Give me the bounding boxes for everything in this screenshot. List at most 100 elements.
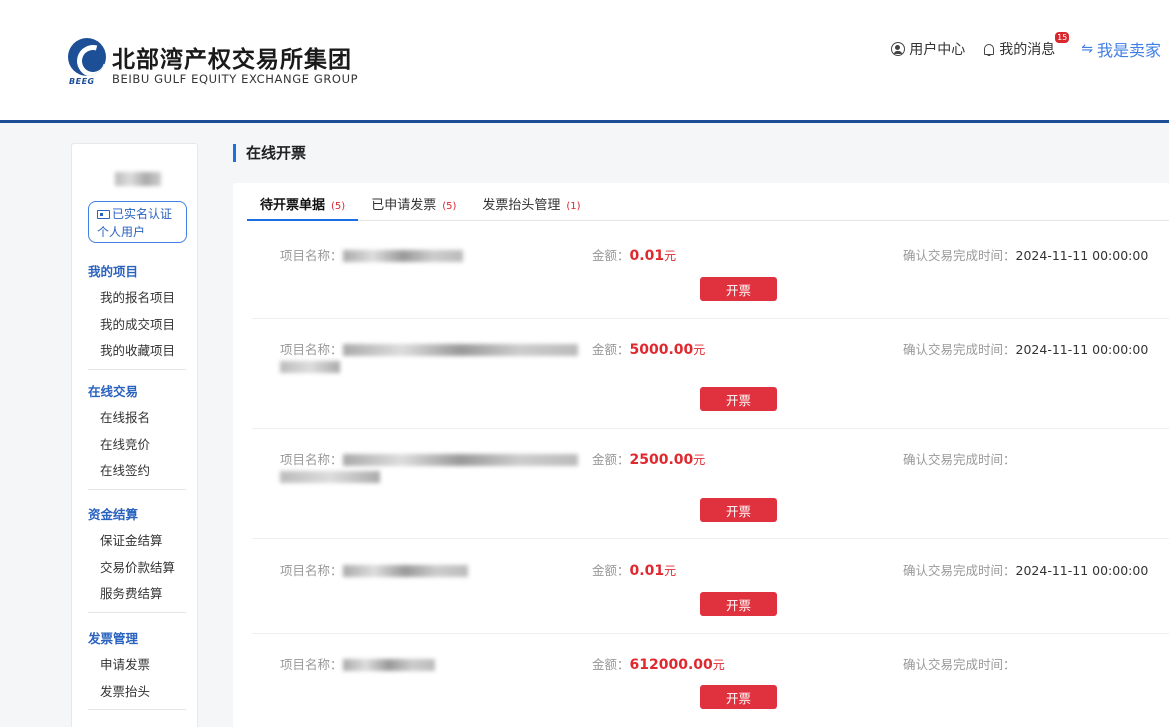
sidebar: 已实名认证 个人用户 我的项目 我的报名项目 我的成交项目 我的收藏项目 在线交… — [71, 143, 198, 727]
project-name-redacted — [342, 344, 578, 356]
menu-item-price-settlement[interactable]: 交易价款结算 — [88, 555, 186, 582]
menu-item-apply-invoice[interactable]: 申请发票 — [88, 652, 186, 679]
menu-item-favorite-projects[interactable]: 我的收藏项目 — [88, 338, 186, 365]
header: BEEG 北部湾产权交易所集团 BEIBU GULF EQUITY EXCHAN… — [0, 0, 1169, 123]
divider — [88, 368, 186, 370]
confirm-time-label: 确认交易完成时间： — [903, 657, 1016, 672]
project-name-label: 项目名称： — [280, 452, 343, 467]
amount-value: 2500.00 — [629, 452, 694, 468]
issue-invoice-button[interactable]: 开票 — [700, 685, 777, 709]
tab-count: (5) — [331, 201, 346, 212]
confirm-time-value: 2024-11-11 00:00:00 — [1015, 563, 1149, 578]
project-name-redacted — [342, 250, 463, 262]
amount-label: 金额： — [592, 657, 630, 672]
list-item: 项目名称： 金额：612000.00元 确认交易完成时间： 开票 — [252, 656, 1169, 727]
logo-mark-icon — [68, 38, 106, 76]
tab-applied-invoices[interactable]: 已申请发票 (5) — [358, 193, 469, 221]
tab-bar: 待开票单据 (5) 已申请发票 (5) 发票抬头管理 (1) — [247, 193, 1169, 221]
amount: 金额：5000.00元 — [592, 341, 705, 359]
project-name: 项目名称： — [280, 247, 590, 264]
project-name: 项目名称： — [280, 562, 590, 579]
tab-invoice-title-management[interactable]: 发票抬头管理 (1) — [469, 193, 593, 221]
confirm-time-value: 2024-11-11 00:00:00 — [1015, 342, 1149, 357]
verify-status: 已实名认证 — [112, 207, 173, 221]
logo[interactable]: BEEG 北部湾产权交易所集团 BEIBU GULF EQUITY EXCHAN… — [68, 38, 358, 90]
menu-item-online-registration[interactable]: 在线报名 — [88, 405, 186, 432]
confirm-time: 确认交易完成时间：2024-11-11 00:00:00 — [903, 562, 1148, 579]
amount-unit: 元 — [712, 658, 725, 672]
confirm-time: 确认交易完成时间： — [903, 451, 1016, 468]
seller-label: 我是卖家 — [1096, 41, 1161, 60]
list-item: 项目名称： 金额：0.01元 确认交易完成时间：2024-11-11 00:00… — [252, 562, 1169, 634]
user-center-label: 用户中心 — [909, 42, 966, 58]
amount-label: 金额： — [592, 563, 630, 578]
project-name-redacted — [342, 454, 578, 466]
project-name-redacted — [342, 565, 468, 577]
list-item: 项目名称： 金额：5000.00元 确认交易完成时间：2024-11-11 00… — [252, 341, 1169, 429]
menu-title-trading: 在线交易 — [88, 384, 139, 399]
amount-label: 金额： — [592, 342, 630, 357]
amount-value: 5000.00 — [629, 342, 694, 358]
project-name: 项目名称： — [280, 341, 590, 373]
project-name-label: 项目名称： — [280, 563, 343, 578]
logo-abbr: BEEG — [69, 77, 95, 86]
amount-unit: 元 — [664, 564, 677, 578]
project-name: 项目名称： — [280, 451, 590, 483]
amount-label: 金额： — [592, 248, 630, 263]
project-name-label: 项目名称： — [280, 248, 343, 263]
menu-item-online-bidding[interactable]: 在线竞价 — [88, 432, 186, 459]
messages-link[interactable]: 我的消息 15 — [983, 32, 1070, 59]
menu-item-service-fee-settlement[interactable]: 服务费结算 — [88, 581, 186, 608]
tab-pending-invoices[interactable]: 待开票单据 (5) — [247, 193, 359, 221]
seller-link[interactable]: ⇋ 我是卖家 — [1081, 37, 1161, 61]
list-item: 项目名称： 金额：0.01元 确认交易完成时间：2024-11-11 00:00… — [252, 247, 1169, 319]
project-name-redacted — [280, 471, 380, 483]
amount-value: 0.01 — [629, 248, 665, 264]
divider — [88, 611, 186, 613]
amount-label: 金额： — [592, 452, 630, 467]
divider — [88, 709, 186, 710]
confirm-time-label: 确认交易完成时间： — [903, 563, 1016, 578]
messages-label: 我的消息 — [999, 42, 1056, 58]
menu-group-trading: 在线交易 在线报名 在线竞价 在线签约 — [88, 379, 186, 490]
seller-swap-icon: ⇋ — [1081, 41, 1093, 57]
amount-unit: 元 — [693, 343, 706, 357]
menu-group-projects: 我的项目 我的报名项目 我的成交项目 我的收藏项目 — [88, 259, 186, 370]
menu-title-settlement: 资金结算 — [88, 507, 139, 522]
confirm-time: 确认交易完成时间：2024-11-11 00:00:00 — [903, 247, 1148, 264]
amount: 金额：0.01元 — [592, 562, 676, 580]
user-icon — [891, 42, 906, 56]
amount-unit: 元 — [664, 249, 677, 263]
verification-badge: 已实名认证 个人用户 — [88, 201, 187, 243]
id-card-icon — [97, 210, 110, 219]
menu-title-invoice: 发票管理 — [88, 631, 139, 646]
issue-invoice-button[interactable]: 开票 — [700, 387, 777, 411]
logo-title: 北部湾产权交易所集团 — [112, 47, 352, 73]
menu-item-deposit-settlement[interactable]: 保证金结算 — [88, 528, 186, 555]
project-name: 项目名称： — [280, 656, 590, 673]
confirm-time-label: 确认交易完成时间： — [903, 342, 1016, 357]
issue-invoice-button[interactable]: 开票 — [700, 498, 777, 522]
user-type: 个人用户 — [97, 225, 146, 239]
issue-invoice-button[interactable]: 开票 — [700, 277, 777, 301]
project-name-redacted — [280, 361, 340, 373]
menu-item-deal-projects[interactable]: 我的成交项目 — [88, 312, 186, 339]
amount: 金额：0.01元 — [592, 247, 676, 265]
confirm-time: 确认交易完成时间：2024-11-11 00:00:00 — [903, 341, 1148, 358]
issue-invoice-button[interactable]: 开票 — [700, 592, 777, 616]
menu-item-registered-projects[interactable]: 我的报名项目 — [88, 285, 186, 312]
menu-group-invoice: 发票管理 申请发票 发票抬头 — [88, 626, 186, 710]
tab-count: (1) — [566, 201, 581, 212]
divider — [88, 488, 186, 490]
user-center-link[interactable]: 用户中心 — [891, 39, 965, 59]
menu-group-settlement: 资金结算 保证金结算 交易价款结算 服务费结算 — [88, 502, 186, 613]
amount-value: 612000.00 — [629, 657, 713, 673]
confirm-time: 确认交易完成时间： — [903, 656, 1016, 673]
amount: 金额：612000.00元 — [592, 656, 725, 674]
confirm-time-label: 确认交易完成时间： — [903, 452, 1016, 467]
confirm-time-label: 确认交易完成时间： — [903, 248, 1016, 263]
menu-item-online-signing[interactable]: 在线签约 — [88, 458, 186, 485]
bell-icon — [983, 43, 995, 56]
menu-item-invoice-title[interactable]: 发票抬头 — [88, 679, 186, 706]
message-count-badge: 15 — [1055, 32, 1070, 43]
